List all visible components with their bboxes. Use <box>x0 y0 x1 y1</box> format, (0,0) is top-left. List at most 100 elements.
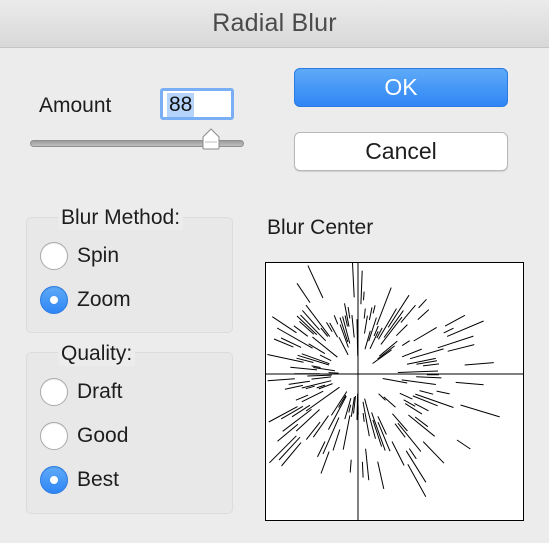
ok-button[interactable]: OK <box>294 68 508 107</box>
blur-center-preview[interactable] <box>265 262 524 521</box>
radial-blur-dialog: Radial Blur Amount 88 OK Cancel Blur Met… <box>0 0 549 543</box>
blur-ray <box>280 405 304 420</box>
cancel-button[interactable]: Cancel <box>294 132 508 171</box>
blur-ray <box>311 365 321 368</box>
blur-ray <box>351 314 355 338</box>
blur-ray <box>272 316 297 334</box>
spin-radio[interactable] <box>40 242 68 270</box>
blur-ray <box>356 319 359 356</box>
blur-ray <box>415 393 454 408</box>
blur-ray <box>301 353 330 365</box>
ok-button-label: OK <box>384 74 418 100</box>
blur-ray <box>296 315 318 336</box>
amount-field[interactable]: 88 <box>160 88 234 120</box>
best-radio[interactable] <box>40 466 68 494</box>
blur-ray <box>419 390 434 395</box>
blur-ray <box>332 429 341 451</box>
blur-ray <box>326 322 333 332</box>
blur-ray <box>436 390 450 395</box>
blur-ray <box>361 461 364 478</box>
blur-ray <box>356 393 359 420</box>
quality-option-draft[interactable]: Draft <box>40 377 123 407</box>
amount-value: 88 <box>167 93 195 117</box>
blur-ray <box>319 354 332 362</box>
blur-ray <box>455 381 484 386</box>
quality-option-best[interactable]: Best <box>40 465 119 495</box>
blur-ray <box>408 414 436 437</box>
blur-ray <box>363 308 366 319</box>
blur-ray <box>382 378 408 384</box>
zoom-radio-label: Zoom <box>77 288 131 311</box>
blur-ray <box>409 348 444 360</box>
blur-method-option-spin[interactable]: Spin <box>40 241 119 271</box>
blur-ray <box>399 392 413 400</box>
blur-method-option-zoom[interactable]: Zoom <box>40 285 131 315</box>
blur-method-title: Blur Method: <box>58 206 184 230</box>
blur-ray <box>338 394 347 408</box>
draft-radio[interactable] <box>40 378 68 406</box>
blur-ray <box>460 404 500 418</box>
best-radio-label: Best <box>77 468 120 491</box>
blur-center-label: Blur Center <box>267 216 374 239</box>
good-radio[interactable] <box>40 422 68 450</box>
blur-ray <box>372 349 392 364</box>
blur-ray <box>273 338 294 348</box>
blur-ray <box>307 374 332 377</box>
blur-ray <box>363 291 365 301</box>
blur-ray <box>360 270 363 305</box>
blur-ray <box>322 417 340 455</box>
blur-ray <box>327 395 347 430</box>
blur-ray <box>317 441 326 458</box>
window-title: Radial Blur <box>212 9 337 37</box>
blur-ray <box>288 380 310 385</box>
blur-ray <box>443 327 454 334</box>
blur-ray <box>456 439 471 450</box>
title-bar[interactable]: Radial Blur <box>0 0 549 48</box>
zoom-radio[interactable] <box>40 286 68 314</box>
draft-radio-label: Draft <box>77 380 123 403</box>
amount-slider-thumb[interactable] <box>201 128 221 150</box>
cancel-button-label: Cancel <box>365 138 437 164</box>
blur-ray <box>417 309 430 320</box>
blur-ray <box>387 294 410 328</box>
blur-ray <box>328 372 339 374</box>
blur-ray <box>352 263 355 298</box>
blur-ray <box>377 345 395 360</box>
blur-ray <box>339 324 349 348</box>
blur-ray <box>362 413 365 422</box>
blur-ray <box>414 402 429 412</box>
blur-ray <box>413 326 437 342</box>
blur-ray <box>364 315 368 334</box>
blur-ray <box>368 307 373 321</box>
blur-ray <box>290 366 318 371</box>
quality-option-good[interactable]: Good <box>40 421 128 451</box>
blur-ray <box>307 265 324 299</box>
blur-ray <box>342 415 351 450</box>
blur-ray <box>373 325 379 337</box>
blur-ray <box>296 283 311 303</box>
blur-ray <box>376 287 392 326</box>
blur-ray <box>400 304 416 323</box>
blur-ray <box>401 379 436 385</box>
blur-ray <box>277 423 299 442</box>
blur-ray <box>305 386 340 412</box>
blur-ray <box>444 314 466 327</box>
blur-ray <box>268 406 298 423</box>
quality-title: Quality: <box>58 342 136 366</box>
blur-ray <box>397 422 422 452</box>
blur-ray <box>422 363 440 367</box>
blur-ray <box>347 307 351 319</box>
blur-ray <box>269 435 297 464</box>
blur-ray <box>397 370 439 373</box>
blur-ray <box>299 321 315 335</box>
blur-ray <box>349 459 352 473</box>
blur-ray <box>391 441 405 466</box>
blur-ray <box>330 391 348 416</box>
blur-ray <box>407 463 427 498</box>
blur-ray <box>383 396 396 408</box>
blur-ray <box>401 340 410 347</box>
blur-ray <box>464 362 494 366</box>
blur-ray <box>377 461 385 490</box>
blur-ray <box>380 316 403 345</box>
blur-ray <box>447 344 475 352</box>
